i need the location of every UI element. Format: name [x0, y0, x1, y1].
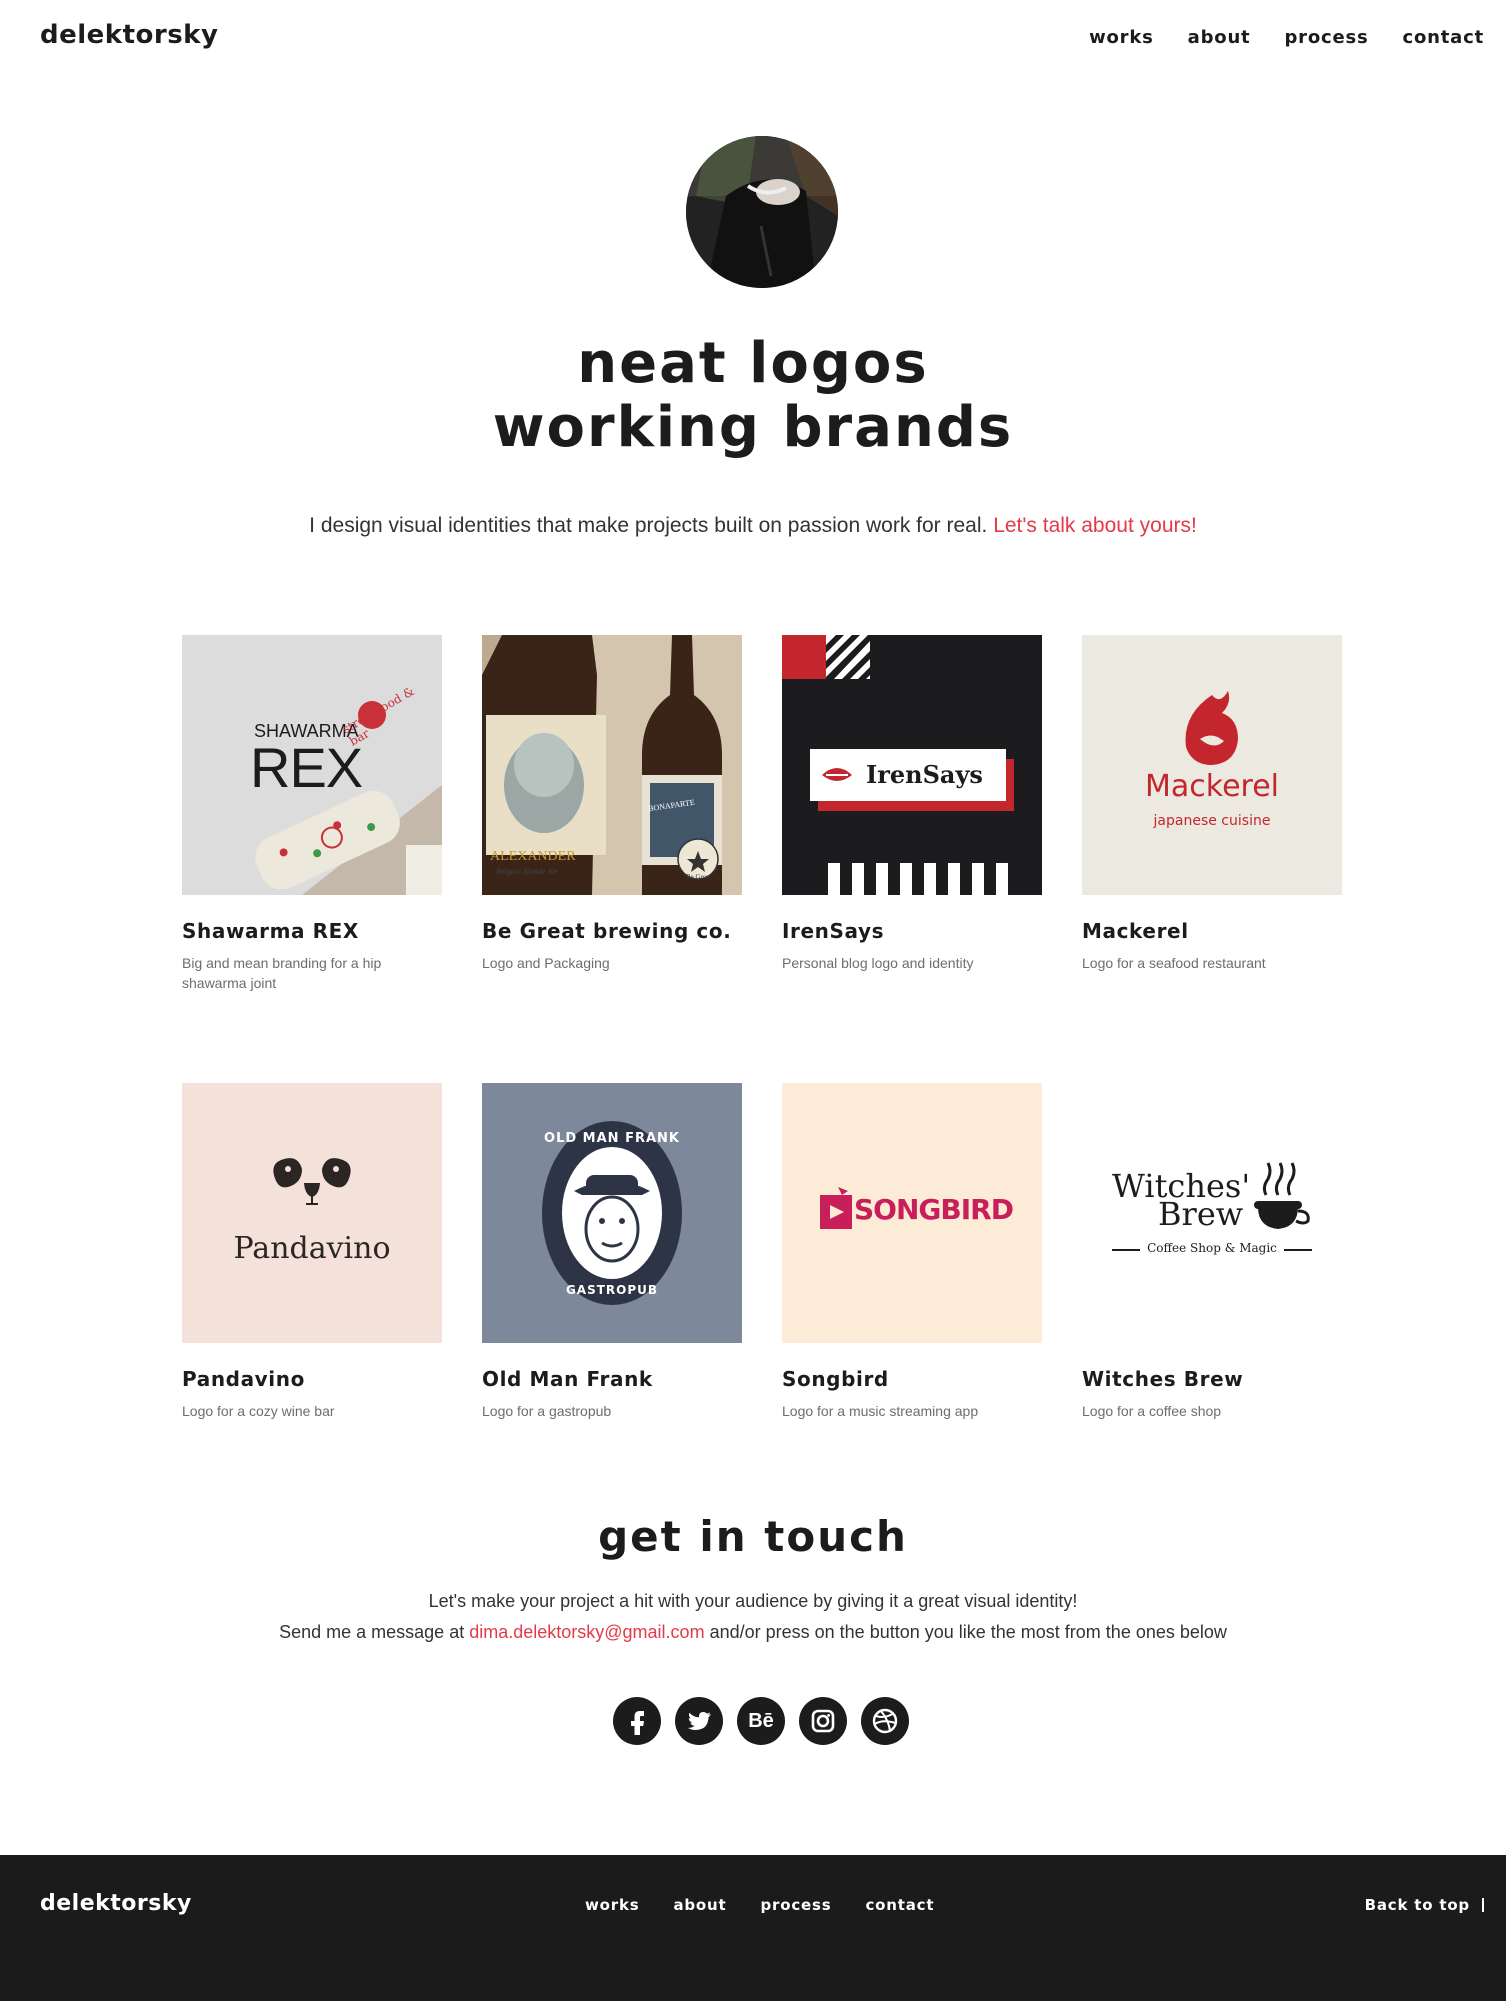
work-title[interactable]: Shawarma REX [182, 919, 442, 943]
contact-line2-prefix: Send me a message at [279, 1622, 465, 1642]
witches-tagline: Coffee Shop & Magic [1147, 1241, 1277, 1255]
oldmanfrank-bottom: GASTROPUB [565, 1283, 659, 1297]
nav-works[interactable]: works [1089, 27, 1154, 48]
hero-subtitle-text: I design visual identities that make pro… [309, 514, 988, 537]
main-nav: works about process contact [1089, 27, 1484, 48]
avatar [686, 136, 838, 288]
work-desc: Personal blog logo and identity [782, 955, 974, 971]
back-to-top-label: Back to top [1364, 1896, 1470, 1914]
witches-logo-line2: Brew [1158, 1195, 1244, 1233]
mackerel-tagline: japanese cuisine [1153, 813, 1271, 829]
work-card-shawarma-rex[interactable]: SHAWARMA REX street food & bar Shawarma … [182, 635, 442, 993]
footer-logo[interactable]: delektorsky [40, 1891, 192, 1916]
work-thumb[interactable]: SONGBIRD [782, 1083, 1042, 1343]
work-desc: Logo for a cozy wine bar [182, 1403, 335, 1419]
work-card-songbird[interactable]: SONGBIRD Songbird Logo for a music strea… [782, 1083, 1042, 1421]
work-title[interactable]: Songbird [782, 1367, 1042, 1391]
mackerel-logo: Mackerel [1145, 769, 1279, 804]
hero-title: neat logos working brands [0, 332, 1506, 460]
work-card-witches-brew[interactable]: Witches' Brew Coffee Shop & Magic Witche… [1082, 1083, 1342, 1421]
twitter-icon[interactable] [675, 1697, 723, 1745]
contact-title: get in touch [598, 1512, 908, 1561]
nav-about[interactable]: about [1188, 27, 1251, 48]
contact-line2-suffix: and/or press on the button you like the … [709, 1622, 1227, 1642]
nav-contact[interactable]: contact [1403, 27, 1484, 48]
beer-label-2: Belgian Blonde Ale [496, 867, 559, 876]
shawarma-logo-line2: REX [250, 736, 363, 799]
work-thumb[interactable]: Witches' Brew Coffee Shop & Magic [1082, 1083, 1342, 1343]
work-thumb[interactable]: SHAWARMA REX street food & bar [182, 635, 442, 895]
contact-text: Let's make your project a hit with your … [0, 1586, 1506, 1648]
work-thumb[interactable]: Mackerel japanese cuisine [1082, 635, 1342, 895]
footer-nav-contact[interactable]: contact [865, 1896, 934, 1914]
site-header: delektorsky works about process contact [0, 0, 1506, 75]
footer-nav: works about process contact [585, 1896, 934, 1914]
work-title[interactable]: Mackerel [1082, 919, 1342, 943]
behance-glyph: Bē [748, 1709, 774, 1732]
hero-title-line2: working brands [492, 395, 1014, 460]
beer-badge: Be Great [686, 873, 712, 881]
back-to-top-link[interactable]: Back to top [1365, 1896, 1484, 1914]
work-title[interactable]: Be Great brewing co. [482, 919, 742, 943]
work-title[interactable]: Old Man Frank [482, 1367, 742, 1391]
work-desc: Logo for a coffee shop [1082, 1403, 1222, 1419]
work-card-mackerel[interactable]: Mackerel japanese cuisine Mackerel Logo … [1082, 635, 1342, 973]
hero-cta-link[interactable]: Let's talk about yours! [993, 514, 1197, 537]
pandavino-logo: Pandavino [233, 1231, 391, 1266]
behance-icon[interactable]: Bē [737, 1697, 785, 1745]
work-desc: Logo and Packaging [482, 955, 610, 971]
instagram-icon[interactable] [799, 1697, 847, 1745]
work-desc: Big and mean branding for a hip shawarma… [182, 955, 382, 991]
hero-title-line1: neat logos [577, 331, 929, 396]
nav-process[interactable]: process [1284, 27, 1368, 48]
contact-email-link[interactable]: dima.delektorsky@gmail.com [469, 1622, 704, 1642]
footer-nav-about[interactable]: about [673, 1896, 726, 1914]
work-card-irensays[interactable]: IrenSays IrenSays Personal blog logo and… [782, 635, 1042, 973]
work-thumb[interactable]: ALEXANDER Belgian Blonde Ale BONAPARTE B… [482, 635, 742, 895]
footer-nav-process[interactable]: process [760, 1896, 831, 1914]
contact-line2: Send me a message at dima.delektorsky@gm… [0, 1617, 1506, 1648]
work-card-be-great[interactable]: ALEXANDER Belgian Blonde Ale BONAPARTE B… [482, 635, 742, 973]
work-title[interactable]: IrenSays [782, 919, 1042, 943]
work-title[interactable]: Witches Brew [1082, 1367, 1342, 1391]
social-links: Bē [613, 1697, 909, 1745]
songbird-logo: SONGBIRD [854, 1193, 1014, 1226]
work-card-pandavino[interactable]: Pandavino Pandavino Logo for a cozy wine… [182, 1083, 442, 1421]
footer-nav-works[interactable]: works [585, 1896, 639, 1914]
work-desc: Logo for a seafood restaurant [1082, 955, 1266, 971]
site-footer: delektorsky works about process contact … [0, 1855, 1506, 2001]
work-thumb[interactable]: Pandavino [182, 1083, 442, 1343]
work-desc: Logo for a music streaming app [782, 1403, 979, 1419]
site-logo[interactable]: delektorsky [40, 20, 218, 50]
oldmanfrank-top: OLD MAN FRANK [544, 1131, 680, 1146]
irensays-logo: IrenSays [866, 760, 983, 789]
dribbble-icon[interactable] [861, 1697, 909, 1745]
facebook-icon[interactable] [613, 1697, 661, 1745]
beer-label-1: ALEXANDER [490, 849, 576, 864]
arrow-up-icon [1482, 1898, 1484, 1912]
work-desc: Logo for a gastropub [482, 1403, 612, 1419]
work-thumb[interactable]: OLD MAN FRANK GASTROPUB [482, 1083, 742, 1343]
contact-line1: Let's make your project a hit with your … [428, 1591, 1078, 1611]
work-title[interactable]: Pandavino [182, 1367, 442, 1391]
work-thumb[interactable]: IrenSays [782, 635, 1042, 895]
hero-subtitle: I design visual identities that make pro… [0, 514, 1506, 538]
work-card-old-man-frank[interactable]: OLD MAN FRANK GASTROPUB Old Man Frank Lo… [482, 1083, 742, 1421]
